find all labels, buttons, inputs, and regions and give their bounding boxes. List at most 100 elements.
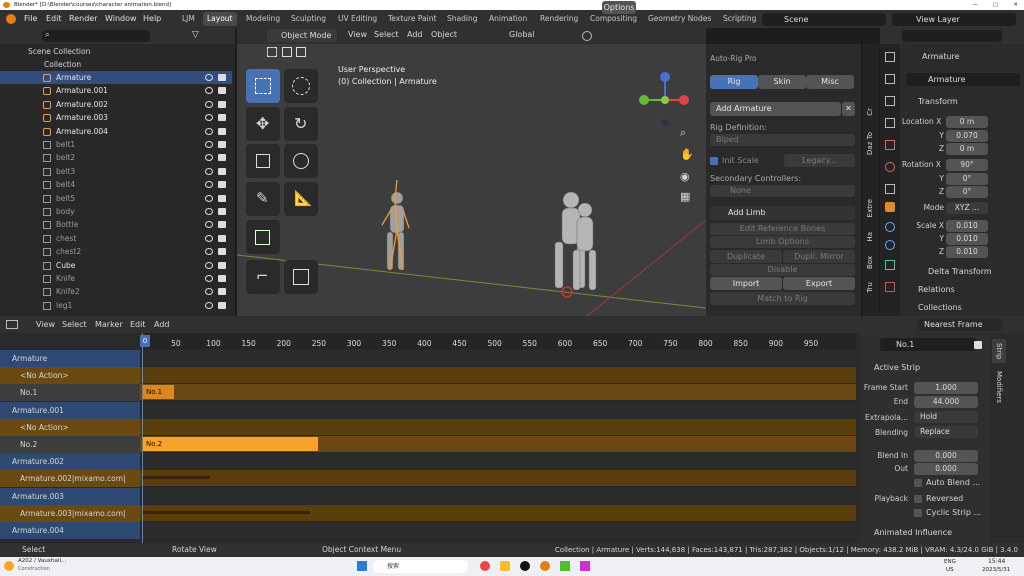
rotation-z-field[interactable]: 0°: [946, 186, 988, 198]
render-camera-icon[interactable]: [218, 87, 226, 95]
select-subtract-icon[interactable]: [296, 47, 306, 57]
render-camera-icon[interactable]: [218, 275, 226, 282]
render-tab-icon[interactable]: [885, 74, 895, 84]
outliner-item[interactable]: chest: [0, 232, 232, 245]
navigation-gizmo[interactable]: [635, 70, 695, 130]
minimize-icon[interactable]: —: [973, 0, 979, 10]
add-cube-tool[interactable]: [246, 220, 280, 254]
strip-mute-checkbox[interactable]: [974, 341, 982, 349]
select-box-tool[interactable]: [246, 69, 280, 103]
data-tab-icon[interactable]: [885, 260, 895, 270]
active-strip-section[interactable]: Active Strip: [874, 363, 920, 372]
nla-lane[interactable]: [140, 487, 856, 504]
select-extend-icon[interactable]: [282, 47, 292, 57]
frame-start-field[interactable]: 1.000: [914, 382, 978, 394]
secondary-controllers-dropdown[interactable]: None: [710, 185, 855, 197]
camera-view-icon[interactable]: ◉: [680, 170, 690, 183]
outliner-item[interactable]: Cube: [0, 259, 232, 272]
steam-icon[interactable]: [520, 561, 530, 571]
visibility-eye-icon[interactable]: [205, 127, 213, 135]
render-camera-icon[interactable]: [218, 154, 226, 162]
tab-geometry-nodes[interactable]: Geometry Nodes: [644, 12, 715, 26]
tab-shading[interactable]: Shading: [443, 12, 481, 26]
render-camera-icon[interactable]: [218, 74, 226, 81]
physics-tab-icon[interactable]: [885, 222, 895, 232]
proportional-icon[interactable]: [582, 31, 592, 41]
render-camera-icon[interactable]: [218, 261, 226, 269]
render-camera-icon[interactable]: [218, 114, 226, 122]
transform-tool[interactable]: [284, 144, 318, 178]
tab-sculpting[interactable]: Sculpting: [287, 12, 330, 26]
app-icon-2[interactable]: [580, 561, 590, 571]
options-button[interactable]: Options: [602, 1, 636, 14]
blender-taskbar-icon[interactable]: [540, 561, 550, 571]
tab-rig[interactable]: Rig: [710, 75, 758, 89]
outliner-item[interactable]: belt1: [0, 138, 232, 151]
tab-strip[interactable]: Strip: [992, 339, 1006, 363]
menu-file[interactable]: File: [24, 13, 37, 25]
outliner-item[interactable]: body: [0, 205, 232, 218]
playhead[interactable]: [142, 333, 143, 543]
nla-lane[interactable]: [140, 522, 856, 538]
render-camera-icon[interactable]: [218, 208, 226, 215]
render-camera-icon[interactable]: [218, 127, 226, 135]
outliner-item[interactable]: belt5: [0, 192, 232, 205]
add-armature-button[interactable]: Add Armature: [710, 102, 841, 116]
outliner-item[interactable]: Knife2: [0, 285, 232, 298]
rig-definition-dropdown[interactable]: Biped: [710, 134, 855, 146]
render-camera-icon[interactable]: [218, 167, 226, 175]
visibility-eye-icon[interactable]: [205, 114, 213, 122]
relations-section[interactable]: Relations: [918, 285, 955, 294]
nla-menu-view[interactable]: View: [36, 320, 55, 329]
location-x-field[interactable]: 0 m: [946, 116, 988, 128]
render-camera-icon[interactable]: [218, 194, 226, 202]
select-box-mode-icon[interactable]: [267, 47, 277, 57]
editor-type-icon[interactable]: [6, 320, 18, 329]
annotate-tool[interactable]: ✎: [246, 182, 280, 216]
nla-lane[interactable]: [140, 367, 856, 384]
render-camera-icon[interactable]: [218, 288, 226, 296]
render-camera-icon[interactable]: [218, 248, 226, 256]
outliner-item[interactable]: Armature.003: [0, 111, 232, 124]
tab-animation[interactable]: Animation: [485, 12, 531, 26]
tab-daz-to[interactable]: Daz To: [866, 132, 874, 155]
visibility-eye-icon[interactable]: [205, 275, 213, 282]
filter-icon[interactable]: ▽: [192, 30, 199, 40]
edit-reference-bones-button[interactable]: Edit Reference Bones: [710, 223, 855, 235]
tab-ha[interactable]: Ha: [866, 232, 874, 242]
scale-z-field[interactable]: 0.010: [946, 246, 988, 258]
outliner-scene-collection[interactable]: Scene Collection: [0, 45, 232, 58]
nla-lane[interactable]: [140, 384, 856, 401]
world-tab-icon[interactable]: [885, 162, 895, 172]
shading-toggle[interactable]: [737, 29, 757, 42]
visibility-eye-icon[interactable]: [205, 141, 213, 148]
outliner-item[interactable]: leg1: [0, 299, 232, 312]
nla-channel[interactable]: No.1: [0, 384, 140, 402]
scale-y-field[interactable]: 0.010: [946, 233, 988, 245]
nla-channel[interactable]: Armature.003: [0, 487, 140, 505]
import-button[interactable]: Import: [710, 277, 782, 290]
tab-uv-editing[interactable]: UV Editing: [334, 12, 381, 26]
tab-rendering[interactable]: Rendering: [536, 12, 582, 26]
ortho-grid-icon[interactable]: ▦: [680, 190, 690, 203]
current-frame-indicator[interactable]: 0: [140, 335, 150, 347]
render-camera-icon[interactable]: [218, 221, 226, 229]
menu-add[interactable]: Add: [407, 30, 423, 39]
menu-view[interactable]: View: [348, 30, 367, 39]
nla-channel[interactable]: Armature.002|mixamo.com|: [0, 470, 140, 488]
view-layer-selector[interactable]: View Layer: [892, 13, 1016, 26]
scale-x-field[interactable]: 0.010: [946, 220, 988, 232]
chrome-icon[interactable]: [480, 561, 490, 571]
mode-dropdown[interactable]: Object Mode: [267, 29, 337, 42]
render-camera-icon[interactable]: [218, 234, 226, 242]
limb-options-button[interactable]: Limb Options: [710, 236, 855, 248]
nla-menu-add[interactable]: Add: [154, 320, 170, 329]
legacy-button[interactable]: Legacy...: [784, 154, 855, 167]
collections-section[interactable]: Collections: [918, 303, 962, 312]
render-camera-icon[interactable]: [218, 181, 226, 189]
nla-menu-marker[interactable]: Marker: [95, 320, 123, 329]
scene-selector[interactable]: Scene: [762, 13, 886, 26]
tab-cr[interactable]: Cr: [866, 108, 874, 116]
tab-layout[interactable]: Layout: [203, 12, 237, 26]
tab-modeling[interactable]: Modeling: [242, 12, 284, 26]
